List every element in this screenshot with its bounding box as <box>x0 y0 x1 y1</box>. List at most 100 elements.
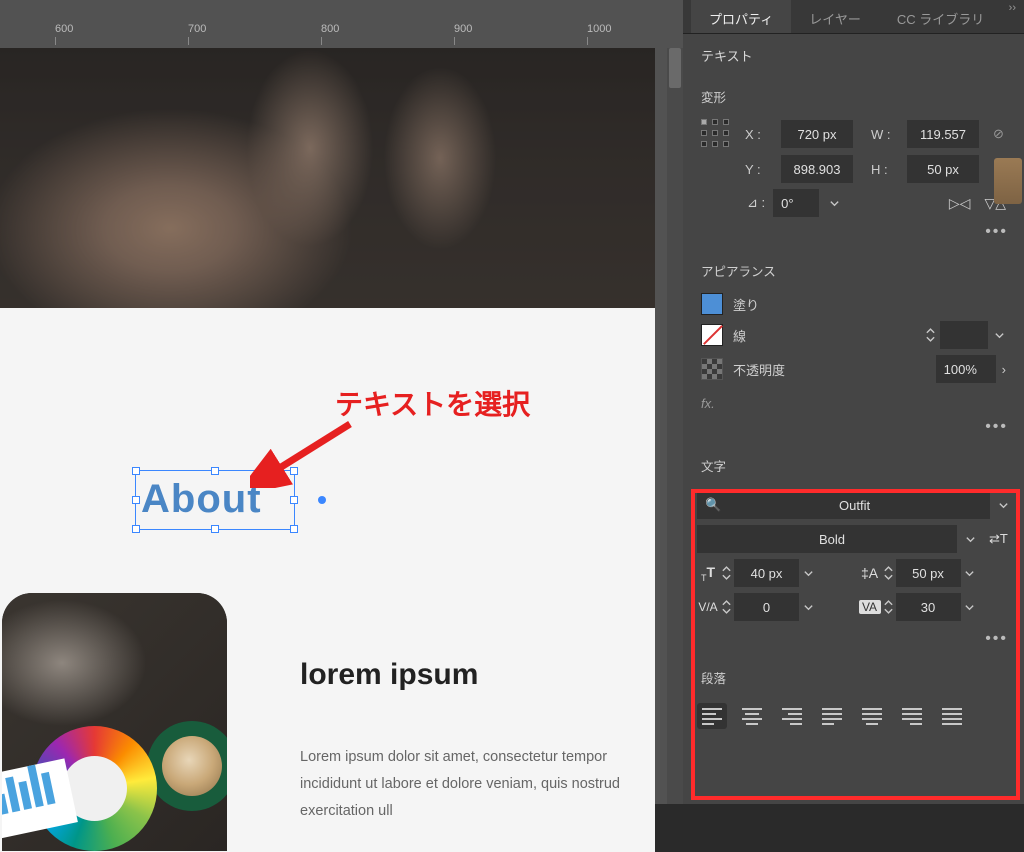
align-left-button[interactable] <box>697 703 727 729</box>
character-more-icon[interactable]: ••• <box>683 627 1024 654</box>
lorem-heading: lorem ipsum <box>300 658 478 692</box>
kerning-input[interactable] <box>734 593 799 621</box>
justify-center-button[interactable] <box>857 703 887 729</box>
stroke-weight-dropdown-icon[interactable] <box>992 330 1006 341</box>
y-input[interactable] <box>781 155 853 183</box>
hero-image <box>0 48 655 308</box>
y-label: Y : <box>745 162 771 177</box>
tab-layers[interactable]: レイヤー <box>791 0 879 33</box>
font-size-input[interactable] <box>734 559 799 587</box>
flip-horizontal-icon[interactable]: ▷◁ <box>949 195 971 212</box>
tracking-stepper[interactable] <box>883 598 894 616</box>
opacity-label: 不透明度 <box>733 360 785 379</box>
ruler-tick: 1000 <box>587 23 611 35</box>
variable-font-icon[interactable]: ⇄T <box>989 531 1008 547</box>
opacity-row: 不透明度 › <box>683 352 1024 386</box>
justify-all-button[interactable] <box>937 703 967 729</box>
angle-icon: ⊿ : <box>747 195 765 211</box>
font-size-stepper[interactable] <box>721 564 732 582</box>
font-size-dropdown-icon[interactable] <box>801 568 815 579</box>
transform-row-angle: ⊿ : ▷◁ ▽△ <box>683 186 1024 220</box>
resize-handle[interactable] <box>132 525 140 533</box>
leading-stepper[interactable] <box>883 564 894 582</box>
font-weight-input[interactable] <box>697 525 957 553</box>
resize-handle[interactable] <box>290 525 298 533</box>
resize-handle[interactable] <box>132 467 140 475</box>
paragraph-title: 段落 <box>683 654 1024 697</box>
tab-properties[interactable]: プロパティ <box>691 0 791 33</box>
properties-panel: ›› プロパティ レイヤー CC ライブラリ テキスト 変形 X : W : ⊘… <box>683 0 1024 804</box>
canvas-scrollbar[interactable] <box>667 48 683 804</box>
font-weight-row: ⇄T <box>697 525 1010 553</box>
annotation-label: テキストを選択 <box>335 383 530 423</box>
canvas-area: 600 700 800 900 1000 About テキストを選択 lorem… <box>0 0 683 804</box>
stroke-weight-stepper[interactable] <box>925 326 936 344</box>
coffee-cup-graphic <box>147 721 227 811</box>
ruler-tick: 600 <box>55 23 73 35</box>
size-leading-row: TT ‡A <box>697 559 1010 587</box>
leading-dropdown-icon[interactable] <box>963 568 977 579</box>
stroke-label: 線 <box>733 326 746 345</box>
fill-color-swatch[interactable] <box>701 293 723 315</box>
text-overflow-dot[interactable] <box>318 496 326 504</box>
tracking-dropdown-icon[interactable] <box>963 602 977 613</box>
opacity-input[interactable] <box>936 355 996 383</box>
resize-handle[interactable] <box>290 496 298 504</box>
appearance-title: アピアランス <box>683 247 1024 290</box>
leading-input[interactable] <box>896 559 961 587</box>
search-icon: 🔍 <box>705 497 721 513</box>
kerning-dropdown-icon[interactable] <box>801 602 815 613</box>
resize-handle[interactable] <box>132 496 140 504</box>
font-size-icon: TT <box>697 564 719 583</box>
selected-text: About <box>141 477 262 522</box>
scrollbar-thumb[interactable] <box>669 48 681 88</box>
transform-row-1: X : W : ⊘ <box>683 116 1024 152</box>
transform-title: 変形 <box>683 73 1024 116</box>
font-weight-dropdown-icon[interactable] <box>963 534 977 545</box>
resize-handle[interactable] <box>290 467 298 475</box>
w-label: W : <box>871 127 897 142</box>
fx-button[interactable]: fx. <box>683 386 1024 415</box>
collapse-panel-icon[interactable]: ›› <box>1009 2 1016 14</box>
opacity-swatch-icon[interactable] <box>701 358 723 380</box>
w-input[interactable] <box>907 120 979 148</box>
image-card <box>2 593 227 851</box>
tracking-input[interactable] <box>896 593 961 621</box>
justify-right-button[interactable] <box>897 703 927 729</box>
opacity-popup-icon[interactable]: › <box>1002 362 1006 377</box>
tracking-icon: VA <box>859 600 881 614</box>
align-right-button[interactable] <box>777 703 807 729</box>
resize-handle[interactable] <box>211 467 219 475</box>
font-family-dropdown-icon[interactable] <box>996 500 1010 511</box>
font-family-row: 🔍 <box>697 491 1010 519</box>
x-input[interactable] <box>781 120 853 148</box>
document-canvas[interactable]: About テキストを選択 lorem ipsum Lorem ipsum do… <box>0 48 655 804</box>
font-family-input[interactable] <box>727 491 982 519</box>
text-selection-box[interactable]: About <box>135 470 295 530</box>
justify-left-button[interactable] <box>817 703 847 729</box>
stroke-color-swatch[interactable] <box>701 324 723 346</box>
angle-input[interactable] <box>773 189 819 217</box>
kerning-stepper[interactable] <box>721 598 732 616</box>
ruler-tick: 700 <box>188 23 206 35</box>
appearance-more-icon[interactable]: ••• <box>683 415 1024 442</box>
ruler-horizontal: 600 700 800 900 1000 <box>0 20 663 48</box>
fill-row: 塗り <box>683 290 1024 318</box>
font-family-field[interactable]: 🔍 <box>697 491 990 519</box>
lorem-paragraph: Lorem ipsum dolor sit amet, consectetur … <box>300 744 660 824</box>
fill-label: 塗り <box>733 295 759 314</box>
tab-cc-libraries[interactable]: CC ライブラリ <box>879 0 1002 33</box>
h-input[interactable] <box>907 155 979 183</box>
kerning-tracking-row: V/A VA <box>697 593 1010 621</box>
angle-dropdown-icon[interactable] <box>827 198 841 209</box>
align-center-button[interactable] <box>737 703 767 729</box>
leading-icon: ‡A <box>859 565 881 581</box>
x-label: X : <box>745 127 771 142</box>
link-wh-icon[interactable]: ⊘ <box>993 126 1004 142</box>
resize-handle[interactable] <box>211 525 219 533</box>
link-constraint-strip <box>994 158 1022 204</box>
reference-point-grid[interactable] <box>701 119 731 149</box>
stroke-weight-input[interactable] <box>940 321 988 349</box>
ruler-tick: 800 <box>321 23 339 35</box>
transform-more-icon[interactable]: ••• <box>683 220 1024 247</box>
